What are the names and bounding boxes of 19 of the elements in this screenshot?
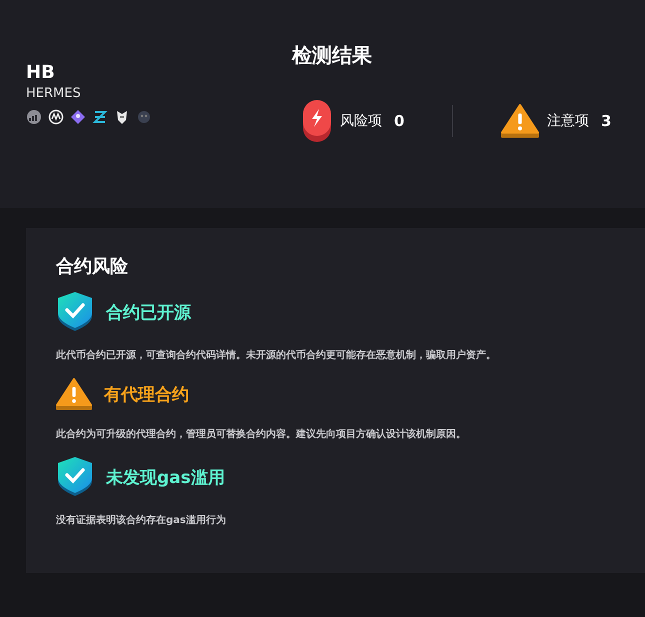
stat-label: 注意项 <box>547 112 589 130</box>
result-title: 检测结果 <box>292 42 372 69</box>
stat-label: 风险项 <box>340 112 382 130</box>
check-title: 有代理合约 <box>104 384 189 406</box>
stat-count: 3 <box>601 112 612 130</box>
check-description: 此代币合约已开源，可查询合约代码详情。未开源的代币合约更可能存在恶意机制，骗取用户资产。 <box>56 348 497 362</box>
stat-count: 0 <box>394 112 404 130</box>
shield-check-icon <box>56 457 94 498</box>
warning-icon <box>501 104 539 138</box>
lightning-icon <box>302 99 332 143</box>
check-title: 未发现gas滥用 <box>106 466 225 489</box>
check-description: 没有证据表明该合约存在gas滥用行为 <box>56 514 227 528</box>
token-name: HERMES <box>26 86 82 101</box>
check-title: 合约已开源 <box>106 302 191 324</box>
shield-check-icon <box>56 292 94 332</box>
warning-icon <box>56 378 92 412</box>
token-symbol: HB <box>26 62 56 84</box>
check-description: 此合约为可升级的代理合约，管理员可替换合约内容。建议先向项目方确认设计该机制原因。 <box>56 427 467 442</box>
section-title: 合约风险 <box>56 255 129 278</box>
